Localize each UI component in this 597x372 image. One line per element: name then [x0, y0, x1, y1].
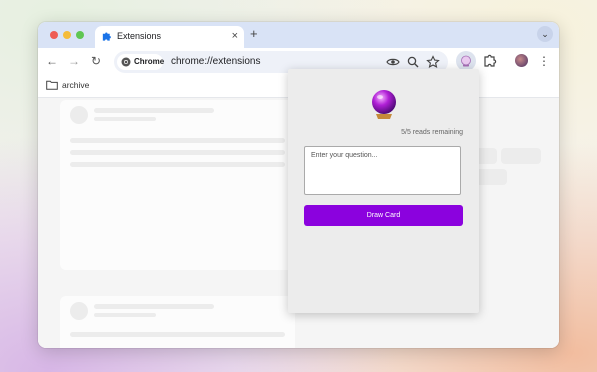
skeleton-line — [94, 108, 214, 113]
forward-button[interactable]: → — [66, 53, 82, 69]
avatar[interactable] — [515, 54, 528, 67]
eye-icon[interactable] — [386, 55, 400, 69]
close-tab-icon[interactable]: × — [232, 29, 238, 43]
question-input[interactable] — [304, 146, 461, 195]
menu-icon[interactable]: ⋮ — [538, 53, 550, 69]
skeleton-line — [94, 117, 156, 121]
extension-popup: 5/5 reads remaining Draw Card — [288, 69, 479, 313]
reload-button[interactable]: ↻ — [88, 53, 104, 69]
chip-label: Chrome — [134, 57, 165, 66]
star-icon[interactable] — [426, 55, 440, 69]
skeleton-line — [70, 150, 285, 155]
extension-icon[interactable] — [456, 51, 476, 71]
tab-search-button[interactable]: ⌄ — [537, 26, 553, 42]
skeleton-line — [70, 162, 285, 167]
maximize-window-button[interactable] — [76, 31, 84, 39]
zoom-icon[interactable] — [406, 55, 420, 69]
puzzle-icon[interactable] — [482, 53, 498, 69]
tab-extensions[interactable]: Extensions × — [95, 26, 244, 48]
bookmark-archive[interactable]: archive — [62, 80, 89, 90]
puzzle-icon — [102, 32, 111, 41]
tab-title: Extensions — [117, 31, 162, 41]
skeleton-line — [94, 304, 214, 309]
crystal-ball-icon — [372, 90, 396, 119]
skeleton-line — [94, 313, 156, 317]
skeleton-avatar — [70, 106, 88, 124]
skeleton-card — [60, 296, 295, 348]
skeleton-card — [60, 100, 295, 270]
new-tab-button[interactable]: + — [250, 27, 258, 41]
browser-window: Extensions × + ⌄ ← → ↻ Chrome chrome://e… — [38, 22, 559, 348]
folder-icon — [46, 80, 58, 90]
back-button[interactable]: ← — [44, 53, 60, 69]
chrome-icon — [121, 57, 131, 67]
skeleton-line — [70, 332, 285, 337]
tab-strip: Extensions × + ⌄ — [38, 22, 559, 48]
skeleton-line — [70, 138, 285, 143]
site-info-chip[interactable]: Chrome — [117, 54, 165, 70]
minimize-window-button[interactable] — [63, 31, 71, 39]
skeleton-block — [501, 148, 541, 164]
close-window-button[interactable] — [50, 31, 58, 39]
reads-remaining: 5/5 reads remaining — [401, 129, 463, 136]
draw-card-button[interactable]: Draw Card — [304, 205, 463, 226]
url-text[interactable]: chrome://extensions — [171, 56, 261, 67]
skeleton-avatar — [70, 302, 88, 320]
